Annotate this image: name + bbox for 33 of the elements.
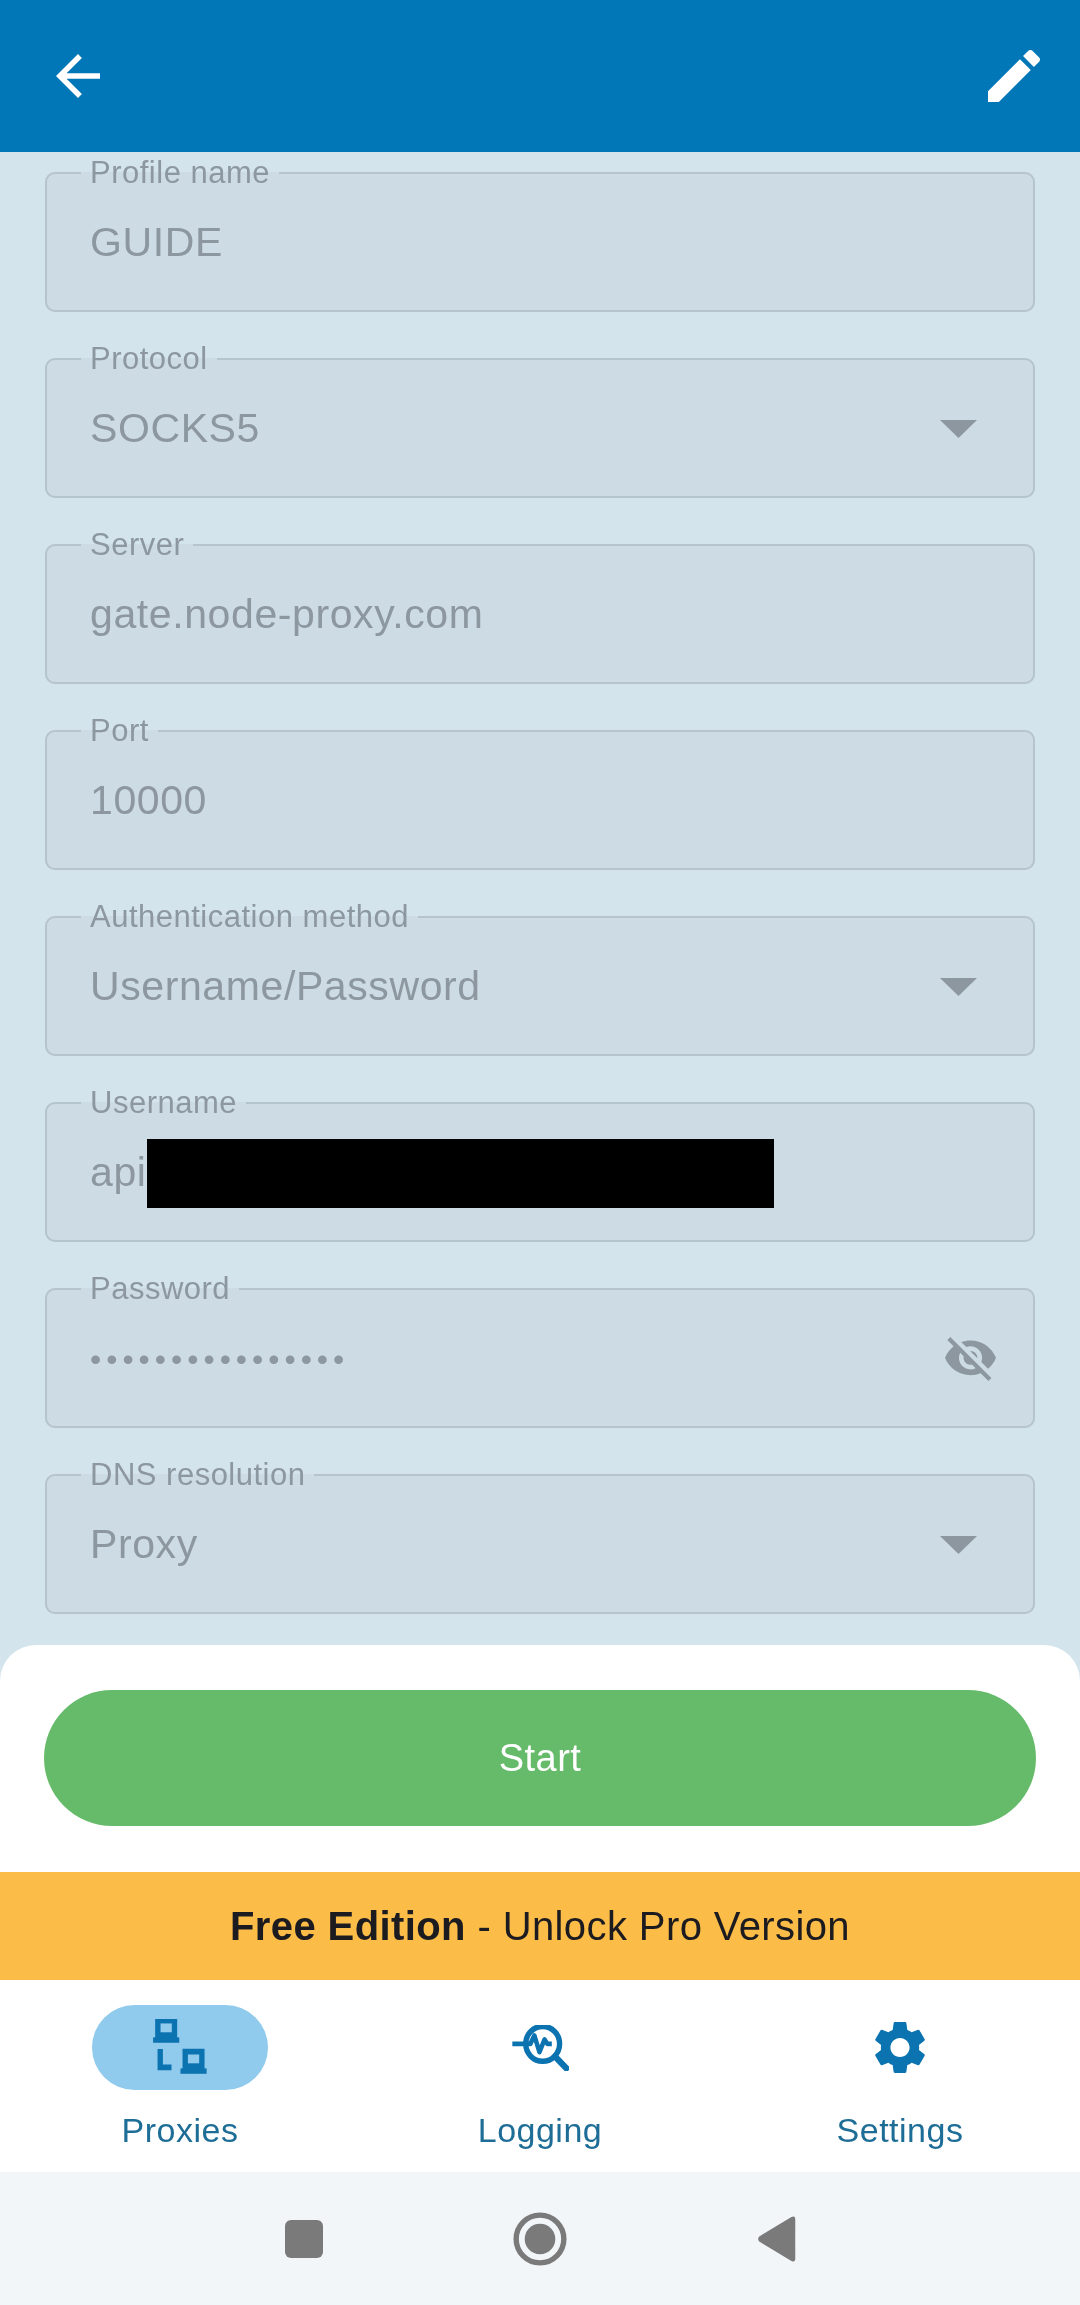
nav-tab[interactable]: Logging <box>452 2005 628 2172</box>
recents-square-icon[interactable] <box>285 2219 323 2258</box>
field-value: 10000 <box>90 776 207 826</box>
field-value: Proxy <box>90 1520 198 1570</box>
network-laptops-icon <box>151 2019 209 2076</box>
dropdown-caret-icon[interactable] <box>940 978 977 996</box>
back-triangle-icon[interactable] <box>756 2215 796 2262</box>
field-label: Authentication method <box>89 898 410 936</box>
field-label: Profile name <box>89 154 272 192</box>
field-value: gate.node-proxy.com <box>90 590 484 640</box>
field-label: Password <box>89 1270 232 1308</box>
eye-slash-icon[interactable] <box>945 1337 996 1381</box>
pencil-icon[interactable] <box>988 50 1040 102</box>
pulse-magnifier-icon <box>511 2024 569 2071</box>
settings-icon <box>875 2021 925 2074</box>
field-label: Port <box>89 712 150 750</box>
masked-password: •••••••••••••••• <box>90 1339 350 1379</box>
field-label: Username <box>89 1084 238 1122</box>
field-value: Username/Password <box>90 962 481 1012</box>
home-circle-icon[interactable] <box>513 2211 567 2266</box>
dropdown-caret-icon[interactable] <box>940 420 977 438</box>
field-value: SOCKS5 <box>90 404 260 454</box>
field-label: DNS resolution <box>89 1456 307 1494</box>
field-label: Protocol <box>89 340 209 378</box>
back-arrow-icon[interactable] <box>56 54 100 98</box>
dropdown-caret-icon[interactable] <box>940 1536 977 1554</box>
nav-tab[interactable]: Proxies <box>92 2005 268 2172</box>
upgrade-banner[interactable]: Free Edition - Unlock Pro Version <box>0 1872 1080 1980</box>
nav-tab[interactable]: Settings <box>812 2005 988 2172</box>
start-button[interactable]: Start <box>44 1690 1036 1826</box>
field-label: Server <box>89 526 186 564</box>
field-value: GUIDE <box>90 218 223 268</box>
field-value: api <box>90 1148 147 1198</box>
